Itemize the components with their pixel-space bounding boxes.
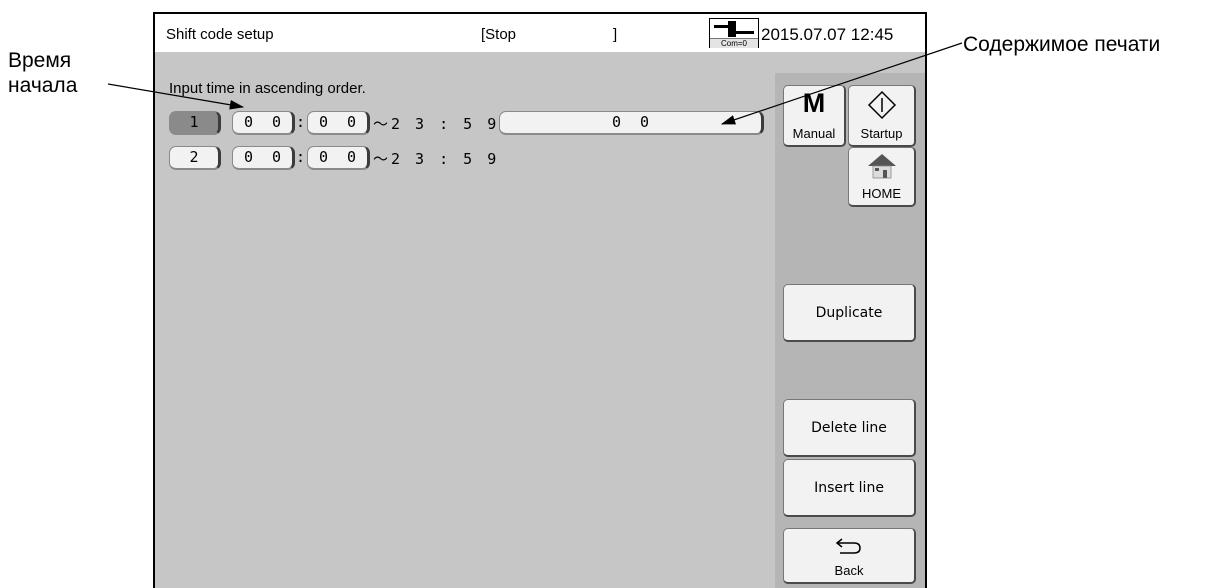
com-label: Com=0 <box>710 38 758 48</box>
home-button[interactable]: HOME <box>848 147 916 207</box>
duplicate-button[interactable]: Duplicate <box>783 284 916 342</box>
row-1-end-time: ～2 3 : 5 9 <box>373 115 500 133</box>
screen-title: Shift code setup <box>166 26 274 43</box>
home-label: HOME <box>862 186 901 201</box>
home-icon <box>867 154 896 179</box>
start-time-callout: Время начала <box>8 48 77 98</box>
instruction-text: Input time in ascending order. <box>169 80 366 97</box>
delete-line-button[interactable]: Delete line <box>783 399 916 457</box>
start-time-callout-line1: Время <box>8 49 72 72</box>
machine-status-bracket: ] <box>613 26 618 43</box>
back-button[interactable]: Back <box>783 528 916 584</box>
row-2-colon: : <box>296 148 306 166</box>
row-1-colon: : <box>296 113 306 131</box>
title-bar: Shift code setup [Stop ] Com=0 2015.07.0… <box>155 14 925 52</box>
communication-status-icon[interactable]: Com=0 <box>709 18 759 48</box>
row-1-index-button[interactable]: 1 <box>169 111 221 135</box>
manual-label: Manual <box>792 126 836 141</box>
row-2-start-minute-field[interactable]: 0 0 <box>307 146 370 170</box>
manual-button[interactable]: M Manual <box>783 85 846 147</box>
sidebar: M Manual Startup HOME Duplicate Delete l… <box>775 73 925 588</box>
start-time-callout-line2: начала <box>8 74 78 97</box>
startup-icon <box>867 90 896 120</box>
connector-icon <box>714 21 754 37</box>
row-1-start-hour-field[interactable]: 0 0 <box>232 111 295 135</box>
startup-label: Startup <box>860 126 903 141</box>
row-1-print-content-field[interactable]: 0 0 <box>499 111 764 135</box>
row-2-index-button[interactable]: 2 <box>169 146 221 170</box>
hmi-screen: Shift code setup [Stop ] Com=0 2015.07.0… <box>153 12 927 588</box>
machine-status: [Stop <box>481 26 517 43</box>
manual-icon: M <box>802 88 826 118</box>
row-2-end-time: ～2 3 : 5 9 <box>373 150 500 168</box>
date-time: 2015.07.07 12:45 <box>761 25 894 44</box>
print-content-callout: Содержимое печати <box>963 33 1161 56</box>
insert-line-button[interactable]: Insert line <box>783 459 916 517</box>
back-arrow-icon <box>835 538 861 554</box>
back-label: Back <box>834 563 864 578</box>
startup-button[interactable]: Startup <box>848 85 916 147</box>
row-1-start-minute-field[interactable]: 0 0 <box>307 111 370 135</box>
row-2-start-hour-field[interactable]: 0 0 <box>232 146 295 170</box>
